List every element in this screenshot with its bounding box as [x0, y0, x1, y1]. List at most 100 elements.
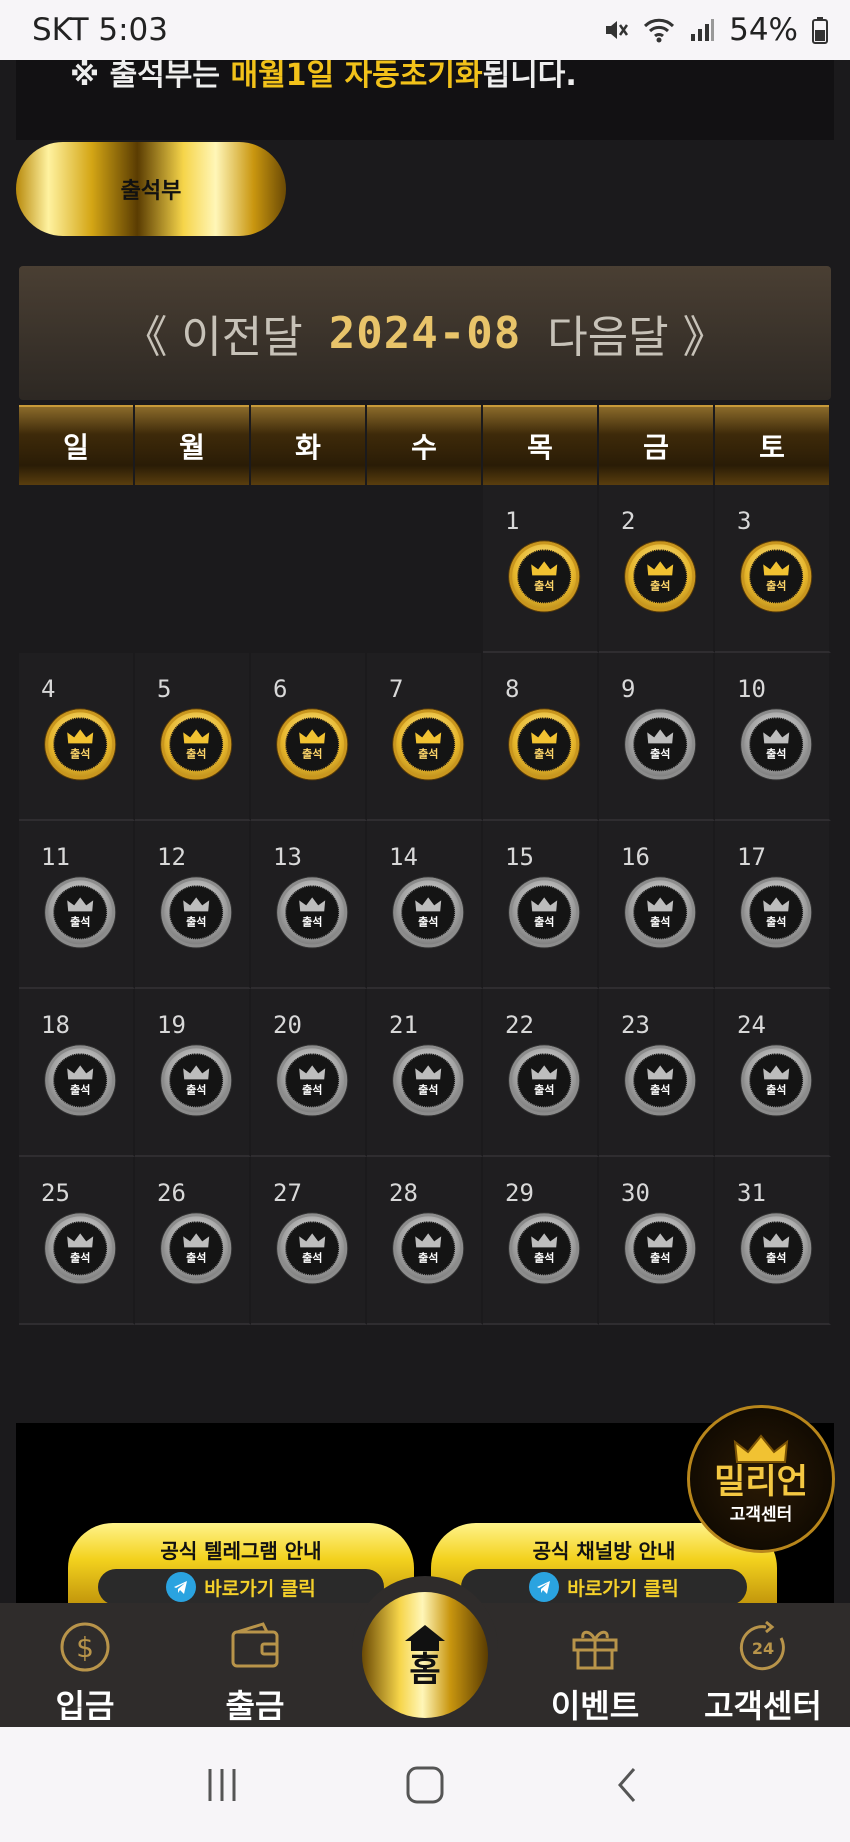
day-number: 28 [389, 1179, 418, 1207]
calendar-day-cell[interactable]: 28 출석 [367, 1157, 483, 1325]
cs-badge-subtitle: 고객센터 [729, 1504, 793, 1525]
stamp-inner: 출석 [53, 1221, 108, 1276]
day-number: 20 [273, 1011, 302, 1039]
calendar-day-cell[interactable]: 24 출석 [715, 989, 831, 1157]
crown-icon [299, 728, 326, 743]
calendar-day-cell[interactable]: 7 출석 [367, 653, 483, 821]
crown-icon [183, 728, 210, 743]
stamp-inner: 출석 [285, 1221, 340, 1276]
calendar-day-cell[interactable]: 3 출석 [715, 485, 831, 653]
unattended-stamp: 출석 [509, 877, 580, 948]
stamp-inner: 출석 [285, 885, 340, 940]
nav-withdraw[interactable]: 출금 [180, 1603, 330, 1727]
calendar-day-cell[interactable]: 22 출석 [483, 989, 599, 1157]
calendar-day-cell[interactable]: 20 출석 [251, 989, 367, 1157]
calendar-day-cell[interactable]: 4 출석 [19, 653, 135, 821]
calendar-day-cell[interactable]: 15 출석 [483, 821, 599, 989]
nav-support-label: 고객센터 [704, 1687, 822, 1725]
unattended-stamp: 출석 [161, 1213, 232, 1284]
calendar-day-cell[interactable]: 29 출석 [483, 1157, 599, 1325]
calendar-day-cell[interactable]: 12 출석 [135, 821, 251, 989]
calendar-day-cell[interactable]: 25 출석 [19, 1157, 135, 1325]
status-icons: 54% [603, 12, 828, 48]
calendar-day-cell[interactable]: 23 출석 [599, 989, 715, 1157]
calendar-day-cell[interactable]: 9 출석 [599, 653, 715, 821]
calendar-day-cell[interactable]: 26 출석 [135, 1157, 251, 1325]
calendar-day-cell[interactable]: 14 출석 [367, 821, 483, 989]
calendar-day-cell[interactable]: 2 출석 [599, 485, 715, 653]
day-number: 19 [157, 1011, 186, 1039]
home-button[interactable]: 홈 [362, 1592, 488, 1718]
24h-icon: 24 [733, 1617, 793, 1677]
calendar-day-cell[interactable]: 27 출석 [251, 1157, 367, 1325]
stamp-label: 출석 [534, 746, 555, 760]
calendar-blank-cell [251, 485, 367, 653]
calendar-day-cell[interactable]: 1 출석 [483, 485, 599, 653]
notice-text: ※ 출석부는 매월1일 자동초기화됩니다. [70, 60, 577, 94]
stamp-label: 출석 [766, 746, 787, 760]
nav-event-label: 이벤트 [550, 1687, 640, 1725]
nav-deposit-label: 입금 [55, 1687, 115, 1725]
crown-icon [183, 896, 210, 911]
attendance-calendar: 《 이전달 2024-08 다음달 》 일 월 화 수 목 금 토 1 출석 2 출석… [19, 266, 831, 1325]
channel-banner-cta: 바로가기 클릭 [461, 1569, 747, 1603]
calendar-day-cell[interactable]: 5 출석 [135, 653, 251, 821]
unattended-stamp: 출석 [741, 709, 812, 780]
back-icon[interactable] [608, 1765, 648, 1805]
calendar-day-cell[interactable]: 8 출석 [483, 653, 599, 821]
stamp-label: 출석 [186, 746, 207, 760]
unattended-stamp: 출석 [161, 877, 232, 948]
calendar-day-cell[interactable]: 19 출석 [135, 989, 251, 1157]
current-month: 2024-08 [328, 307, 522, 359]
telegram-cta-label: 바로가기 클릭 [204, 1577, 316, 1600]
crown-icon [299, 1064, 326, 1079]
crown-icon [183, 1064, 210, 1079]
stamp-inner: 출석 [401, 1221, 456, 1276]
day-number: 10 [737, 675, 766, 703]
stamp-label: 출석 [534, 578, 555, 592]
crown-icon [415, 1232, 442, 1247]
battery-icon [812, 17, 828, 44]
nav-support[interactable]: 24 고객센터 [688, 1603, 838, 1727]
day-number: 5 [157, 675, 172, 703]
system-home-icon[interactable] [405, 1765, 445, 1805]
stamp-inner: 출석 [749, 1053, 804, 1108]
calendar-day-cell[interactable]: 6 출석 [251, 653, 367, 821]
customer-center-float-button[interactable]: 밀리언 고객센터 [687, 1405, 835, 1553]
attended-stamp: 출석 [625, 541, 696, 612]
calendar-day-cell[interactable]: 16 출석 [599, 821, 715, 989]
unattended-stamp: 출석 [277, 877, 348, 948]
nav-deposit[interactable]: $ 입금 [10, 1603, 160, 1727]
crown-icon [415, 728, 442, 743]
calendar-day-cell[interactable]: 13 출석 [251, 821, 367, 989]
telegram-banner-button[interactable]: 공식 텔레그램 안내 바로가기 클릭 [68, 1523, 414, 1603]
attendance-tab-pill[interactable]: 출석부 [16, 142, 286, 236]
calendar-day-cell[interactable]: 11 출석 [19, 821, 135, 989]
battery-percent: 54% [729, 12, 798, 48]
stamp-label: 출석 [650, 578, 671, 592]
wallet-icon [225, 1617, 285, 1677]
calendar-day-cell[interactable]: 10 출석 [715, 653, 831, 821]
day-number: 16 [621, 843, 650, 871]
crown-icon [763, 560, 790, 575]
day-number: 29 [505, 1179, 534, 1207]
calendar-day-cell[interactable]: 18 출석 [19, 989, 135, 1157]
stamp-inner: 출석 [749, 885, 804, 940]
stamp-label: 출석 [534, 1250, 555, 1264]
calendar-day-cell[interactable]: 17 출석 [715, 821, 831, 989]
calendar-header: 《 이전달 2024-08 다음달 》 [19, 266, 831, 400]
day-number: 25 [41, 1179, 70, 1207]
calendar-day-cell[interactable]: 31 출석 [715, 1157, 831, 1325]
nav-event[interactable]: 이벤트 [520, 1603, 670, 1727]
next-month-button[interactable]: 다음달 》 [547, 301, 726, 365]
stamp-label: 출석 [534, 1082, 555, 1096]
prev-month-button[interactable]: 《 이전달 [123, 301, 302, 365]
day-number: 9 [621, 675, 636, 703]
recent-apps-icon[interactable] [202, 1765, 242, 1805]
stamp-inner: 출석 [169, 1221, 224, 1276]
calendar-day-cell[interactable]: 21 출석 [367, 989, 483, 1157]
day-number: 3 [737, 507, 752, 535]
calendar-day-cell[interactable]: 30 출석 [599, 1157, 715, 1325]
stamp-inner: 출석 [169, 885, 224, 940]
stamp-label: 출석 [186, 1082, 207, 1096]
